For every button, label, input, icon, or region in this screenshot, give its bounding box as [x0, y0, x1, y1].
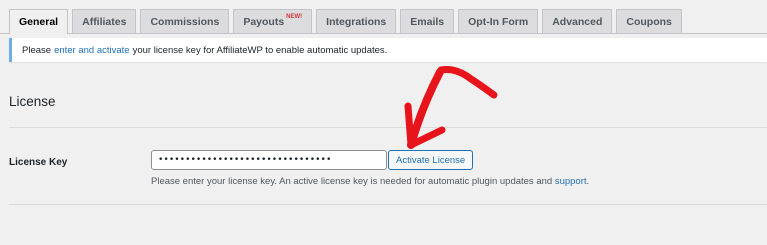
tab-opt-in-form[interactable]: Opt-In Form [458, 9, 539, 33]
tab-label: Advanced [552, 15, 603, 28]
enter-and-activate-link[interactable]: enter and activate [54, 45, 130, 56]
tab-label: Coupons [626, 15, 672, 28]
support-link[interactable]: support [555, 176, 587, 187]
tab-label: Opt-In Form [468, 15, 529, 28]
row-divider [9, 204, 767, 205]
section-title: License [9, 94, 56, 109]
tabs-divider [0, 33, 767, 34]
section-divider [9, 127, 767, 128]
tab-coupons[interactable]: Coupons [616, 9, 682, 33]
tab-advanced[interactable]: Advanced [542, 9, 613, 33]
tab-payouts[interactable]: Payouts NEW! [233, 9, 313, 33]
tab-label: Commissions [150, 15, 220, 28]
license-key-label: License Key [9, 157, 68, 168]
help-text: Please enter your license key. An active… [151, 176, 553, 187]
settings-tabs: General Affiliates Commissions Payouts NE… [9, 9, 767, 34]
tab-commissions[interactable]: Commissions [140, 9, 230, 33]
tab-general[interactable]: General [9, 9, 69, 34]
tab-label: Integrations [326, 15, 387, 28]
license-help-text: Please enter your license key. An active… [151, 176, 589, 187]
new-badge: NEW! [286, 13, 303, 20]
tab-affiliates[interactable]: Affiliates [72, 9, 137, 33]
activate-license-button[interactable]: Activate License [388, 150, 474, 170]
tab-label: Payouts [243, 15, 285, 28]
annotation-arrow-icon [404, 66, 498, 149]
tab-emails[interactable]: Emails [400, 9, 455, 33]
help-end: . [586, 176, 590, 187]
license-key-input[interactable]: •••••••••••••••••••••••••••••••• [151, 150, 387, 170]
tab-label: Emails [410, 15, 445, 28]
license-notice: Please enter and activate your license k… [9, 38, 767, 62]
notice-suffix: your license key for AffiliateWP to enab… [132, 44, 388, 56]
tab-integrations[interactable]: Integrations [316, 9, 397, 33]
tab-label: Affiliates [82, 15, 127, 28]
tab-label: General [19, 16, 59, 28]
notice-prefix: Please [22, 44, 52, 56]
